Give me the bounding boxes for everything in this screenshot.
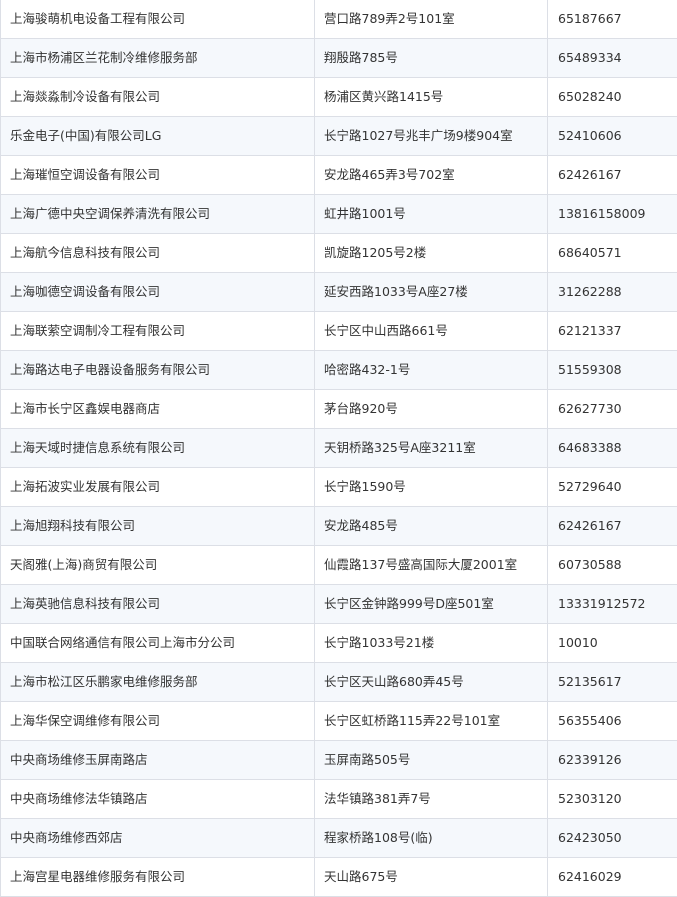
company-name-cell: 上海天域时捷信息系统有限公司 — [1, 429, 315, 468]
address-cell: 翔殷路785号 — [315, 39, 548, 78]
table-row: 中国联合网络通信有限公司上海市分公司长宁路1033号21楼10010 — [1, 624, 677, 663]
address-cell: 玉屏南路505号 — [315, 741, 548, 780]
company-name-cell: 乐金电子(中国)有限公司LG — [1, 117, 315, 156]
address-cell: 延安西路1033号A座27楼 — [315, 273, 548, 312]
company-name-cell: 中央商场维修法华镇路店 — [1, 780, 315, 819]
address-cell: 哈密路432-1号 — [315, 351, 548, 390]
phone-cell: 62416029 — [548, 858, 677, 897]
table-row: 上海广德中央空调保养清洗有限公司虹井路1001号13816158009 — [1, 195, 677, 234]
phone-cell: 13331912572 — [548, 585, 677, 624]
address-cell: 茅台路920号 — [315, 390, 548, 429]
address-cell: 安龙路485号 — [315, 507, 548, 546]
company-name-cell: 上海市杨浦区兰花制冷维修服务部 — [1, 39, 315, 78]
phone-cell: 65028240 — [548, 78, 677, 117]
phone-cell: 52729640 — [548, 468, 677, 507]
table-row: 上海市长宁区鑫娱电器商店茅台路920号62627730 — [1, 390, 677, 429]
table-body: 上海骏萌机电设备工程有限公司营口路789弄2号101室65187667上海市杨浦… — [1, 0, 677, 897]
company-name-cell: 中央商场维修西郊店 — [1, 819, 315, 858]
company-name-cell: 上海联萦空调制冷工程有限公司 — [1, 312, 315, 351]
table-row: 乐金电子(中国)有限公司LG长宁路1027号兆丰广场9楼904室52410606 — [1, 117, 677, 156]
address-cell: 法华镇路381弄7号 — [315, 780, 548, 819]
company-name-cell: 上海璀恒空调设备有限公司 — [1, 156, 315, 195]
service-directory-table: 上海骏萌机电设备工程有限公司营口路789弄2号101室65187667上海市杨浦… — [0, 0, 677, 897]
address-cell: 程家桥路108号(临) — [315, 819, 548, 858]
address-cell: 安龙路465弄3号702室 — [315, 156, 548, 195]
company-name-cell: 中国联合网络通信有限公司上海市分公司 — [1, 624, 315, 663]
phone-cell: 65489334 — [548, 39, 677, 78]
company-name-cell: 上海燚淼制冷设备有限公司 — [1, 78, 315, 117]
table-row: 上海天域时捷信息系统有限公司天钥桥路325号A座3211室64683388 — [1, 429, 677, 468]
company-name-cell: 上海宫星电器维修服务有限公司 — [1, 858, 315, 897]
company-name-cell: 上海航今信息科技有限公司 — [1, 234, 315, 273]
phone-cell: 62423050 — [548, 819, 677, 858]
company-name-cell: 上海骏萌机电设备工程有限公司 — [1, 0, 315, 39]
address-cell: 凯旋路1205号2楼 — [315, 234, 548, 273]
phone-cell: 62627730 — [548, 390, 677, 429]
address-cell: 长宁路1027号兆丰广场9楼904室 — [315, 117, 548, 156]
company-name-cell: 中央商场维修玉屏南路店 — [1, 741, 315, 780]
table-row: 上海璀恒空调设备有限公司安龙路465弄3号702室62426167 — [1, 156, 677, 195]
table-row: 上海市杨浦区兰花制冷维修服务部翔殷路785号65489334 — [1, 39, 677, 78]
phone-cell: 52135617 — [548, 663, 677, 702]
table-row: 上海航今信息科技有限公司凯旋路1205号2楼68640571 — [1, 234, 677, 273]
address-cell: 长宁路1590号 — [315, 468, 548, 507]
company-name-cell: 上海拓波实业发展有限公司 — [1, 468, 315, 507]
table-row: 上海咖德空调设备有限公司延安西路1033号A座27楼31262288 — [1, 273, 677, 312]
address-cell: 仙霞路137号盛高国际大厦2001室 — [315, 546, 548, 585]
address-cell: 天山路675号 — [315, 858, 548, 897]
address-cell: 长宁区虹桥路115弄22号101室 — [315, 702, 548, 741]
phone-cell: 62121337 — [548, 312, 677, 351]
table-row: 上海宫星电器维修服务有限公司天山路675号62416029 — [1, 858, 677, 897]
phone-cell: 52410606 — [548, 117, 677, 156]
address-cell: 营口路789弄2号101室 — [315, 0, 548, 39]
table-row: 上海骏萌机电设备工程有限公司营口路789弄2号101室65187667 — [1, 0, 677, 39]
table-row: 上海联萦空调制冷工程有限公司长宁区中山西路661号62121337 — [1, 312, 677, 351]
table-row: 上海拓波实业发展有限公司长宁路1590号52729640 — [1, 468, 677, 507]
company-name-cell: 上海咖德空调设备有限公司 — [1, 273, 315, 312]
company-name-cell: 上海华保空调维修有限公司 — [1, 702, 315, 741]
address-cell: 长宁区中山西路661号 — [315, 312, 548, 351]
phone-cell: 56355406 — [548, 702, 677, 741]
phone-cell: 64683388 — [548, 429, 677, 468]
table-row: 上海英驰信息科技有限公司长宁区金钟路999号D座501室13331912572 — [1, 585, 677, 624]
table-row: 上海旭翔科技有限公司安龙路485号62426167 — [1, 507, 677, 546]
company-name-cell: 上海市松江区乐鹏家电维修服务部 — [1, 663, 315, 702]
table-row: 上海燚淼制冷设备有限公司杨浦区黄兴路1415号65028240 — [1, 78, 677, 117]
address-cell: 长宁区天山路680弄45号 — [315, 663, 548, 702]
address-cell: 天钥桥路325号A座3211室 — [315, 429, 548, 468]
phone-cell: 62339126 — [548, 741, 677, 780]
phone-cell: 52303120 — [548, 780, 677, 819]
phone-cell: 65187667 — [548, 0, 677, 39]
company-name-cell: 上海旭翔科技有限公司 — [1, 507, 315, 546]
phone-cell: 13816158009 — [548, 195, 677, 234]
phone-cell: 68640571 — [548, 234, 677, 273]
phone-cell: 51559308 — [548, 351, 677, 390]
company-name-cell: 上海英驰信息科技有限公司 — [1, 585, 315, 624]
table-row: 上海市松江区乐鹏家电维修服务部长宁区天山路680弄45号52135617 — [1, 663, 677, 702]
phone-cell: 31262288 — [548, 273, 677, 312]
address-cell: 长宁区金钟路999号D座501室 — [315, 585, 548, 624]
address-cell: 虹井路1001号 — [315, 195, 548, 234]
company-name-cell: 天阁雅(上海)商贸有限公司 — [1, 546, 315, 585]
address-cell: 杨浦区黄兴路1415号 — [315, 78, 548, 117]
company-name-cell: 上海路达电子电器设备服务有限公司 — [1, 351, 315, 390]
address-cell: 长宁路1033号21楼 — [315, 624, 548, 663]
table-row: 上海路达电子电器设备服务有限公司哈密路432-1号51559308 — [1, 351, 677, 390]
table-row: 中央商场维修玉屏南路店玉屏南路505号62339126 — [1, 741, 677, 780]
phone-cell: 62426167 — [548, 507, 677, 546]
table-row: 天阁雅(上海)商贸有限公司仙霞路137号盛高国际大厦2001室60730588 — [1, 546, 677, 585]
company-name-cell: 上海广德中央空调保养清洗有限公司 — [1, 195, 315, 234]
phone-cell: 60730588 — [548, 546, 677, 585]
table-row: 中央商场维修西郊店程家桥路108号(临)62423050 — [1, 819, 677, 858]
table-row: 中央商场维修法华镇路店法华镇路381弄7号52303120 — [1, 780, 677, 819]
table-row: 上海华保空调维修有限公司长宁区虹桥路115弄22号101室56355406 — [1, 702, 677, 741]
company-name-cell: 上海市长宁区鑫娱电器商店 — [1, 390, 315, 429]
phone-cell: 10010 — [548, 624, 677, 663]
phone-cell: 62426167 — [548, 156, 677, 195]
